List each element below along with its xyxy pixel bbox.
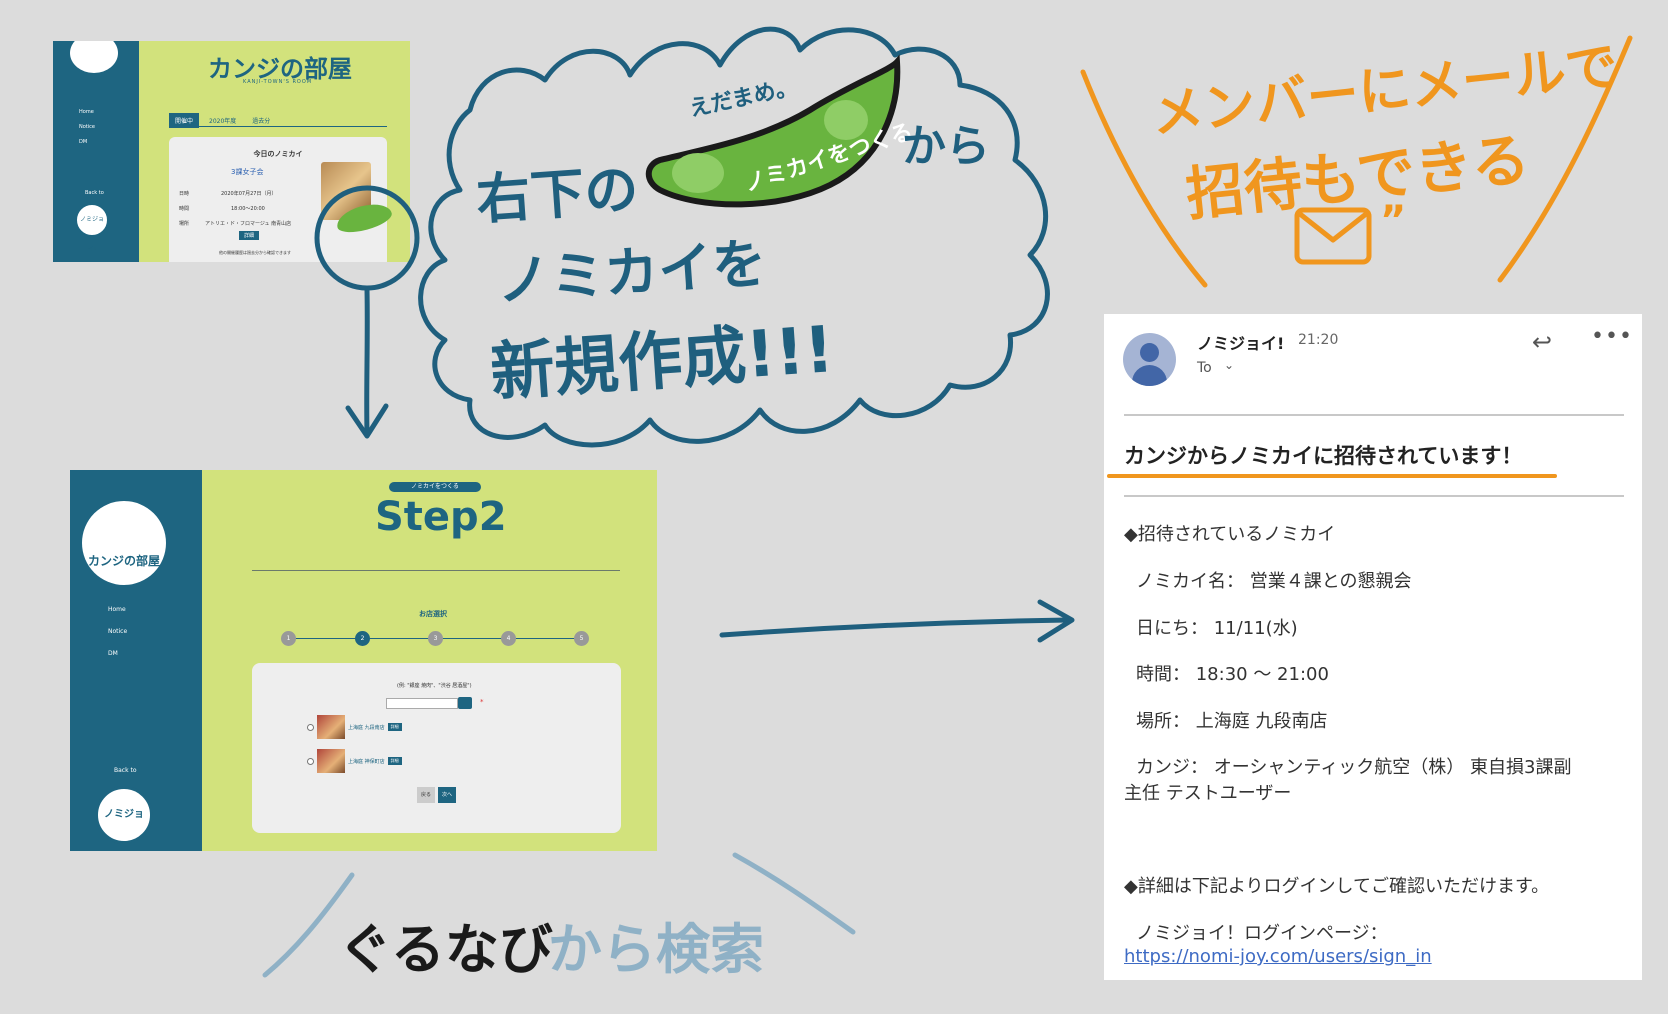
body-line: カンジ： オーシャンティック航空（株） 東自損3課副 [1136, 757, 1572, 778]
right-arrow [719, 617, 1071, 638]
body-line: 場所： 上海庭 九段南店 [1136, 711, 1328, 732]
subject-underline [1107, 474, 1557, 478]
from-text: から [902, 121, 990, 172]
gurunavi-logo: ぐるなび [338, 918, 553, 981]
login-link[interactable]: https://nomi-joy.com/users/sign_in [1124, 946, 1432, 967]
body-line: 時間： 18:30 ～ 21:00 [1136, 664, 1329, 685]
bubble-line1: 右下の [474, 157, 641, 232]
divider [1124, 414, 1624, 416]
to-label[interactable]: To [1197, 360, 1212, 376]
chevron-down-icon[interactable]: ⌄ [1224, 358, 1234, 372]
body-line: 日にち： 11/11(水) [1136, 618, 1298, 639]
sender-name: ノミジョイ! [1197, 334, 1285, 353]
quote-mark: ” [1380, 198, 1407, 244]
sender-avatar [1123, 333, 1176, 386]
body-line: ノミカイ名： 営業４課との懇親会 [1136, 571, 1412, 592]
email-card: ノミジョイ! 21:20 To ⌄ ↩ ••• カンジからノミカイに招待されてい… [1104, 314, 1642, 980]
divider [1124, 495, 1624, 497]
reply-icon[interactable]: ↩ [1532, 328, 1552, 356]
body-line: ノミジョイ！ログインページ： [1136, 923, 1388, 944]
body-line: 主任 テストユーザー [1124, 783, 1292, 804]
body-heading: ◆招待されているノミカイ [1124, 524, 1336, 545]
gurunavi-search-text: から検索 [548, 918, 764, 981]
email-subject: カンジからノミカイに招待されています！ [1124, 444, 1523, 468]
highlight-circle [314, 185, 420, 291]
email-time: 21:20 [1298, 332, 1339, 348]
more-icon[interactable]: ••• [1591, 324, 1633, 349]
down-arrow [364, 287, 370, 435]
bean [672, 153, 724, 193]
body-heading: ◆詳細は下記よりログインしてご確認いただけます。 [1124, 876, 1550, 897]
